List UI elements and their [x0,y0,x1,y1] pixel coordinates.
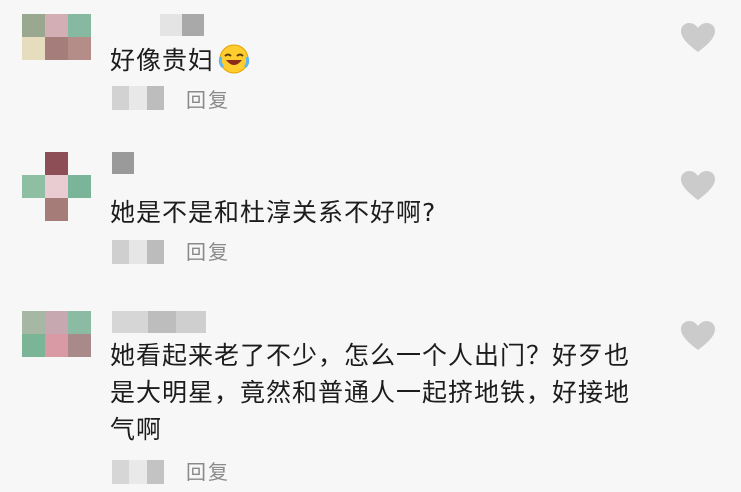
timestamp-blurred [112,240,164,264]
comment-text: 好像贵妇 [110,42,670,79]
username[interactable] [112,152,134,174]
comment-text: 她看起来老了不少，怎么一个人出门？好歹也是大明星，竟然和普通人一起挤地铁，好接地… [110,341,631,444]
timestamp-blurred [112,86,164,110]
laughing-crying-emoji-icon [218,44,250,74]
avatar[interactable] [22,152,91,221]
timestamp-blurred [112,460,164,484]
reply-button[interactable]: 回复 [186,460,230,484]
avatar[interactable] [22,311,91,380]
heart-icon[interactable] [680,320,716,352]
avatar[interactable] [22,14,91,83]
comment-text: 她是不是和杜淳关系不好啊? [110,198,437,227]
reply-button[interactable]: 回复 [186,240,230,264]
reply-button[interactable]: 回复 [186,88,230,112]
heart-icon[interactable] [680,22,716,54]
heart-icon[interactable] [680,170,716,202]
username[interactable] [112,311,206,333]
username[interactable] [160,14,204,36]
comment-body: 好像贵妇 [110,46,215,75]
